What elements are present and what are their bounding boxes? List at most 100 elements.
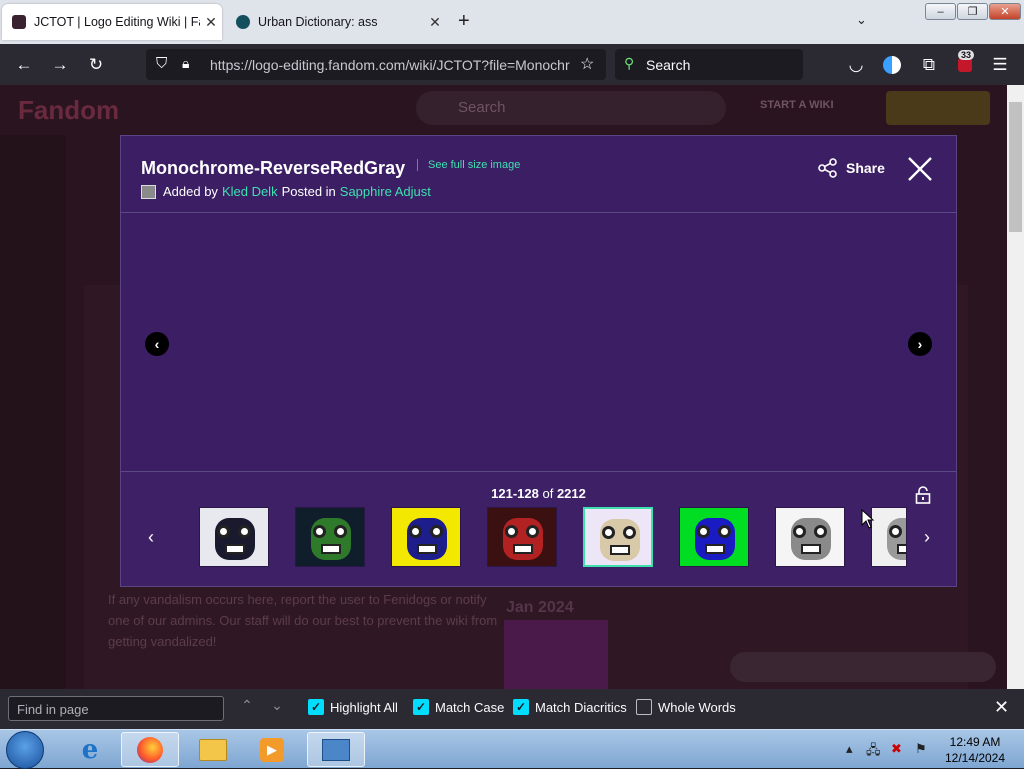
close-window-button[interactable]: ✕ — [989, 3, 1021, 20]
share-button[interactable]: Share — [818, 158, 885, 178]
thumbnails-previous-icon[interactable]: ‹ — [141, 527, 161, 548]
share-label: Share — [846, 160, 885, 176]
user-avatar-icon — [141, 184, 156, 199]
close-tab-icon[interactable]: ✕ — [424, 14, 446, 31]
control-panel-icon[interactable] — [307, 732, 365, 767]
thumbnail-eye — [526, 525, 539, 538]
back-icon[interactable]: ← — [9, 44, 39, 85]
forward-icon[interactable]: → — [45, 44, 75, 85]
share-icon — [818, 158, 837, 178]
attribution-row: Added by Kled Delk Posted in Sapphire Ad… — [141, 184, 435, 199]
close-lightbox-icon[interactable] — [907, 156, 933, 182]
media-player-icon[interactable]: ▶ — [243, 732, 301, 767]
checkbox-checked-icon: ✓ — [308, 699, 324, 715]
checkbox-checked-icon: ✓ — [413, 699, 429, 715]
match-diacritics-label: Match Diacritics — [535, 699, 627, 715]
thumbnail-eye — [409, 525, 422, 538]
reload-icon[interactable]: ↻ — [81, 44, 111, 85]
extensions-icon[interactable]: ⧉ — [914, 44, 944, 85]
highlight-all-label: Highlight All — [330, 699, 398, 715]
firefox-icon[interactable] — [121, 732, 179, 767]
thumbnail-image[interactable] — [583, 507, 653, 567]
file-explorer-icon[interactable] — [184, 732, 242, 767]
image-title: Monochrome-ReverseRedGray — [141, 158, 406, 178]
thumbnail-image[interactable] — [295, 507, 365, 567]
counter-of: of — [542, 486, 554, 501]
page-scrollbar-thumb[interactable] — [1009, 102, 1022, 232]
tab-urban-dictionary[interactable]: Urban Dictionary: ass ✕ — [226, 4, 446, 40]
full-size-link[interactable]: See full size image — [417, 159, 520, 171]
next-image-button[interactable]: › — [908, 332, 932, 356]
search-icon: ⚲ — [624, 55, 635, 71]
thumbnail-image[interactable] — [775, 507, 845, 567]
volume-muted-icon[interactable]: ✖ — [891, 741, 902, 757]
close-tab-icon[interactable]: ✕ — [200, 14, 222, 31]
thumbnail-eye — [697, 525, 710, 538]
thumbnail-mouth — [801, 544, 821, 554]
find-next-icon[interactable]: ⌄ — [267, 697, 287, 714]
thumbnail-footer: 121-128 of 2212 ‹ › — [121, 471, 956, 586]
restore-button[interactable]: ❐ — [957, 3, 988, 20]
menu-icon[interactable]: ☰ — [985, 44, 1015, 85]
added-by-user-link[interactable]: Kled Delk — [222, 184, 278, 199]
show-hidden-icons-icon[interactable]: ▴ — [846, 741, 853, 757]
thumbnail-image[interactable] — [391, 507, 461, 567]
counter-range: 121-128 — [491, 486, 539, 501]
thumbnail-image[interactable] — [487, 507, 557, 567]
chat-input — [730, 652, 996, 682]
find-previous-icon[interactable]: ⌃ — [237, 697, 257, 714]
list-tabs-chevron-icon[interactable]: ⌄ — [856, 12, 867, 28]
bookmark-star-icon[interactable]: ☆ — [580, 54, 594, 74]
network-icon[interactable]: 🖧︎ — [866, 741, 881, 763]
thumbnails-next-icon[interactable]: › — [917, 527, 937, 548]
thumbnail-eye — [505, 525, 518, 538]
extension-badge: 33 — [958, 50, 975, 60]
url-text[interactable]: https://logo-editing.fandom.com/wiki/JCT… — [210, 57, 570, 73]
close-find-bar-icon[interactable]: ✕ — [994, 697, 1009, 718]
whole-words-label: Whole Words — [658, 699, 736, 715]
thumbnail-eye — [623, 526, 636, 539]
whole-words-checkbox[interactable]: Whole Words — [636, 699, 736, 715]
thumbnail-eye — [313, 525, 326, 538]
search-placeholder: Search — [646, 57, 691, 73]
fandom-favicon-icon — [12, 15, 26, 29]
thumbnail-mouth — [610, 545, 630, 555]
find-input[interactable]: Find in page — [8, 696, 224, 721]
thumbnail-mouth — [897, 544, 906, 554]
internet-explorer-icon[interactable]: e — [61, 732, 119, 767]
tab-jctot[interactable]: JCTOT | Logo Editing Wiki | Fan ✕ — [2, 4, 222, 40]
fandom-search-input: Search — [416, 91, 726, 125]
match-diacritics-checkbox[interactable]: ✓ Match Diacritics — [513, 699, 627, 715]
article-image — [504, 620, 608, 689]
added-by-label: Added by — [163, 184, 218, 199]
tab-strip: JCTOT | Logo Editing Wiki | Fan ✕ Urban … — [0, 0, 1024, 44]
start-button[interactable] — [6, 731, 44, 769]
shield-icon[interactable]: ⛉ — [156, 55, 167, 72]
thumbnail-image[interactable] — [871, 507, 907, 567]
previous-image-button[interactable]: ‹ — [145, 332, 169, 356]
find-bar: Find in page ⌃ ⌄ ✓ Highlight All ✓ Match… — [0, 689, 1024, 729]
search-bar[interactable]: ⚲ Search — [615, 49, 803, 80]
new-tab-icon[interactable]: + — [458, 10, 470, 33]
url-bar[interactable]: ⛉ 🔒︎ https://logo-editing.fandom.com/wik… — [146, 49, 606, 80]
minimize-button[interactable]: – — [925, 3, 956, 20]
clock-date: 12/14/2024 — [944, 751, 1006, 765]
system-clock[interactable]: 12:49 AM 12/14/2024 — [940, 734, 1010, 766]
account-icon[interactable] — [877, 44, 907, 85]
lock-icon[interactable]: 🔒︎ — [182, 55, 189, 72]
thumbnail-mouth — [225, 544, 245, 554]
thumbnail-eye — [602, 526, 615, 539]
highlight-all-checkbox[interactable]: ✓ Highlight All — [308, 699, 398, 715]
thumbnail-mouth — [705, 544, 725, 554]
thumbnail-image[interactable] — [199, 507, 269, 567]
thumbnail-image[interactable] — [679, 507, 749, 567]
unlock-icon[interactable] — [915, 486, 931, 504]
counter-total: 2212 — [556, 486, 586, 501]
tab-title: Urban Dictionary: ass — [258, 15, 378, 29]
posted-in-page-link[interactable]: Sapphire Adjust — [340, 184, 431, 199]
match-case-checkbox[interactable]: ✓ Match Case — [413, 699, 504, 715]
thumbnail-mouth — [513, 544, 533, 554]
thumbnail-mouth — [417, 544, 437, 554]
action-center-flag-icon[interactable]: ⚑ — [915, 741, 927, 757]
pocket-icon[interactable]: ◡ — [841, 44, 871, 85]
